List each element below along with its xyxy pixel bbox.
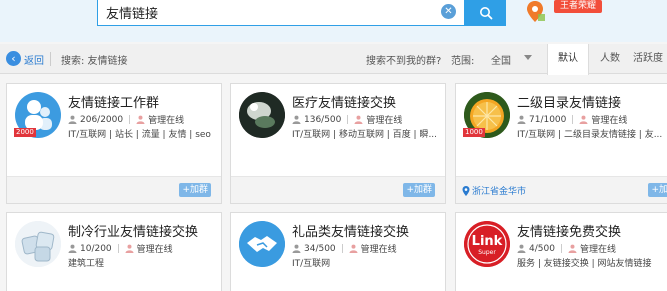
- level-badge: 1000: [463, 128, 485, 137]
- divider: [117, 244, 119, 253]
- admin-icon: [136, 115, 145, 124]
- location: 浙江省金华市: [462, 184, 526, 197]
- group-name[interactable]: 友情链接工作群: [68, 92, 159, 111]
- ice-cubes-icon: [15, 221, 61, 267]
- admin-status: 管理在线: [579, 245, 616, 255]
- member-count: 4/500: [529, 243, 555, 254]
- admin-status: 管理在线: [136, 245, 173, 255]
- group-card[interactable]: 2000 友情链接工作群 206/2000 管理在线 IT/互联网 | 站长 |…: [6, 83, 222, 204]
- group-card[interactable]: 医疗友情链接交换 136/500 管理在线 IT/互联网 | 移动互联网 | 百…: [230, 83, 446, 204]
- photo-avatar-icon: [239, 92, 285, 138]
- group-card[interactable]: 1000 二级目录友情链接 71/1000 管理在线 IT/互联网 | 二级目录…: [455, 83, 667, 204]
- card-footer: +加群: [7, 176, 221, 203]
- range-label: 范围:: [451, 56, 475, 67]
- member-count: 206/2000: [80, 114, 124, 125]
- back-arrow-icon[interactable]: ‹: [6, 51, 21, 66]
- search-query-label: 搜索: 友情链接: [61, 56, 128, 67]
- divider: [560, 244, 562, 253]
- group-tags: IT/互联网: [292, 259, 331, 269]
- group-tags: IT/互联网 | 移动互联网 | 百度 | 瞬...: [292, 130, 438, 140]
- admin-icon: [568, 244, 577, 253]
- link-super-logo: Link Super: [464, 221, 510, 267]
- member-icon: [292, 244, 301, 253]
- member-icon: [517, 115, 526, 124]
- group-tags: IT/互联网 | 二级目录友情链接 | 友...: [517, 130, 663, 140]
- chevron-down-icon[interactable]: [524, 55, 532, 60]
- tab-default[interactable]: 默认: [547, 44, 589, 75]
- group-card[interactable]: 礼品类友情链接交换 34/500 管理在线 IT/互联网: [230, 212, 446, 291]
- divider: [50, 52, 51, 66]
- group-meta: 206/2000 管理在线: [68, 113, 184, 126]
- divider: [347, 115, 349, 124]
- member-icon: [292, 115, 301, 124]
- join-button[interactable]: +加群: [179, 183, 211, 197]
- location-text: 浙江省金华市: [472, 187, 527, 197]
- member-count: 136/500: [304, 114, 342, 125]
- handshake-icon: [239, 221, 285, 267]
- group-meta: 71/1000 管理在线: [517, 113, 627, 126]
- admin-icon: [354, 115, 363, 124]
- location-pin-icon: [462, 185, 470, 196]
- member-icon: [68, 244, 77, 253]
- admin-status: 管理在线: [148, 116, 185, 126]
- level-badge: 2000: [14, 128, 36, 137]
- group-meta: 34/500 管理在线: [292, 242, 397, 255]
- group-meta: 136/500 管理在线: [292, 113, 402, 126]
- search-input[interactable]: [106, 2, 436, 22]
- admin-status: 管理在线: [360, 245, 397, 255]
- member-count: 10/200: [80, 243, 112, 254]
- group-tags: IT/互联网 | 站长 | 流量 | 友情 | seo: [68, 130, 211, 140]
- back-link[interactable]: 返回: [24, 52, 44, 67]
- not-found-link[interactable]: 搜索不到我的群?: [366, 52, 441, 67]
- member-count: 71/1000: [529, 114, 567, 125]
- card-footer: 浙江省金华市 +加群: [456, 176, 667, 203]
- tab-activity[interactable]: 活跃度: [633, 44, 667, 74]
- group-tags: 建筑工程: [68, 259, 105, 269]
- admin-icon: [125, 244, 134, 253]
- member-icon: [517, 244, 526, 253]
- map-pin-icon[interactable]: [524, 0, 546, 24]
- join-button[interactable]: +加群: [648, 183, 667, 197]
- logo-subtext: Super: [478, 249, 496, 256]
- tab-members[interactable]: 人数: [589, 44, 631, 74]
- group-card[interactable]: Link Super 友情链接免费交换 4/500 管理在线 服务 | 友链接交…: [455, 212, 667, 291]
- filter-bar: ‹ 返回 搜索: 友情链接 搜索不到我的群? 范围: 全国 默认 人数 活跃度: [0, 44, 667, 75]
- group-name[interactable]: 医疗友情链接交换: [292, 92, 396, 111]
- card-footer: +加群: [231, 176, 445, 203]
- clear-icon[interactable]: ✕: [441, 4, 456, 19]
- group-meta: 4/500 管理在线: [517, 242, 616, 255]
- admin-icon: [579, 115, 588, 124]
- range-select[interactable]: 全国: [491, 52, 511, 67]
- group-card[interactable]: 制冷行业友情链接交换 10/200 管理在线 建筑工程: [6, 212, 222, 291]
- admin-icon: [349, 244, 358, 253]
- divider: [572, 115, 574, 124]
- group-meta: 10/200 管理在线: [68, 242, 173, 255]
- admin-status: 管理在线: [366, 116, 403, 126]
- logo-text: Link: [472, 234, 503, 249]
- group-name[interactable]: 二级目录友情链接: [517, 92, 621, 111]
- group-tags: 服务 | 友链接交换 | 网站友情链接: [517, 259, 652, 269]
- search-icon: [479, 7, 492, 20]
- divider: [341, 244, 343, 253]
- member-icon: [68, 115, 77, 124]
- group-name[interactable]: 友情链接免费交换: [517, 221, 621, 240]
- admin-status: 管理在线: [591, 116, 628, 126]
- group-name[interactable]: 礼品类友情链接交换: [292, 221, 409, 240]
- member-count: 34/500: [304, 243, 336, 254]
- group-name[interactable]: 制冷行业友情链接交换: [68, 221, 198, 240]
- join-button[interactable]: +加群: [403, 183, 435, 197]
- top-search-bar: ✕ 王者荣耀: [0, 0, 667, 42]
- search-box: ✕: [97, 0, 465, 26]
- honor-badge[interactable]: 王者荣耀: [554, 0, 603, 13]
- divider: [129, 115, 131, 124]
- search-button[interactable]: [465, 0, 506, 26]
